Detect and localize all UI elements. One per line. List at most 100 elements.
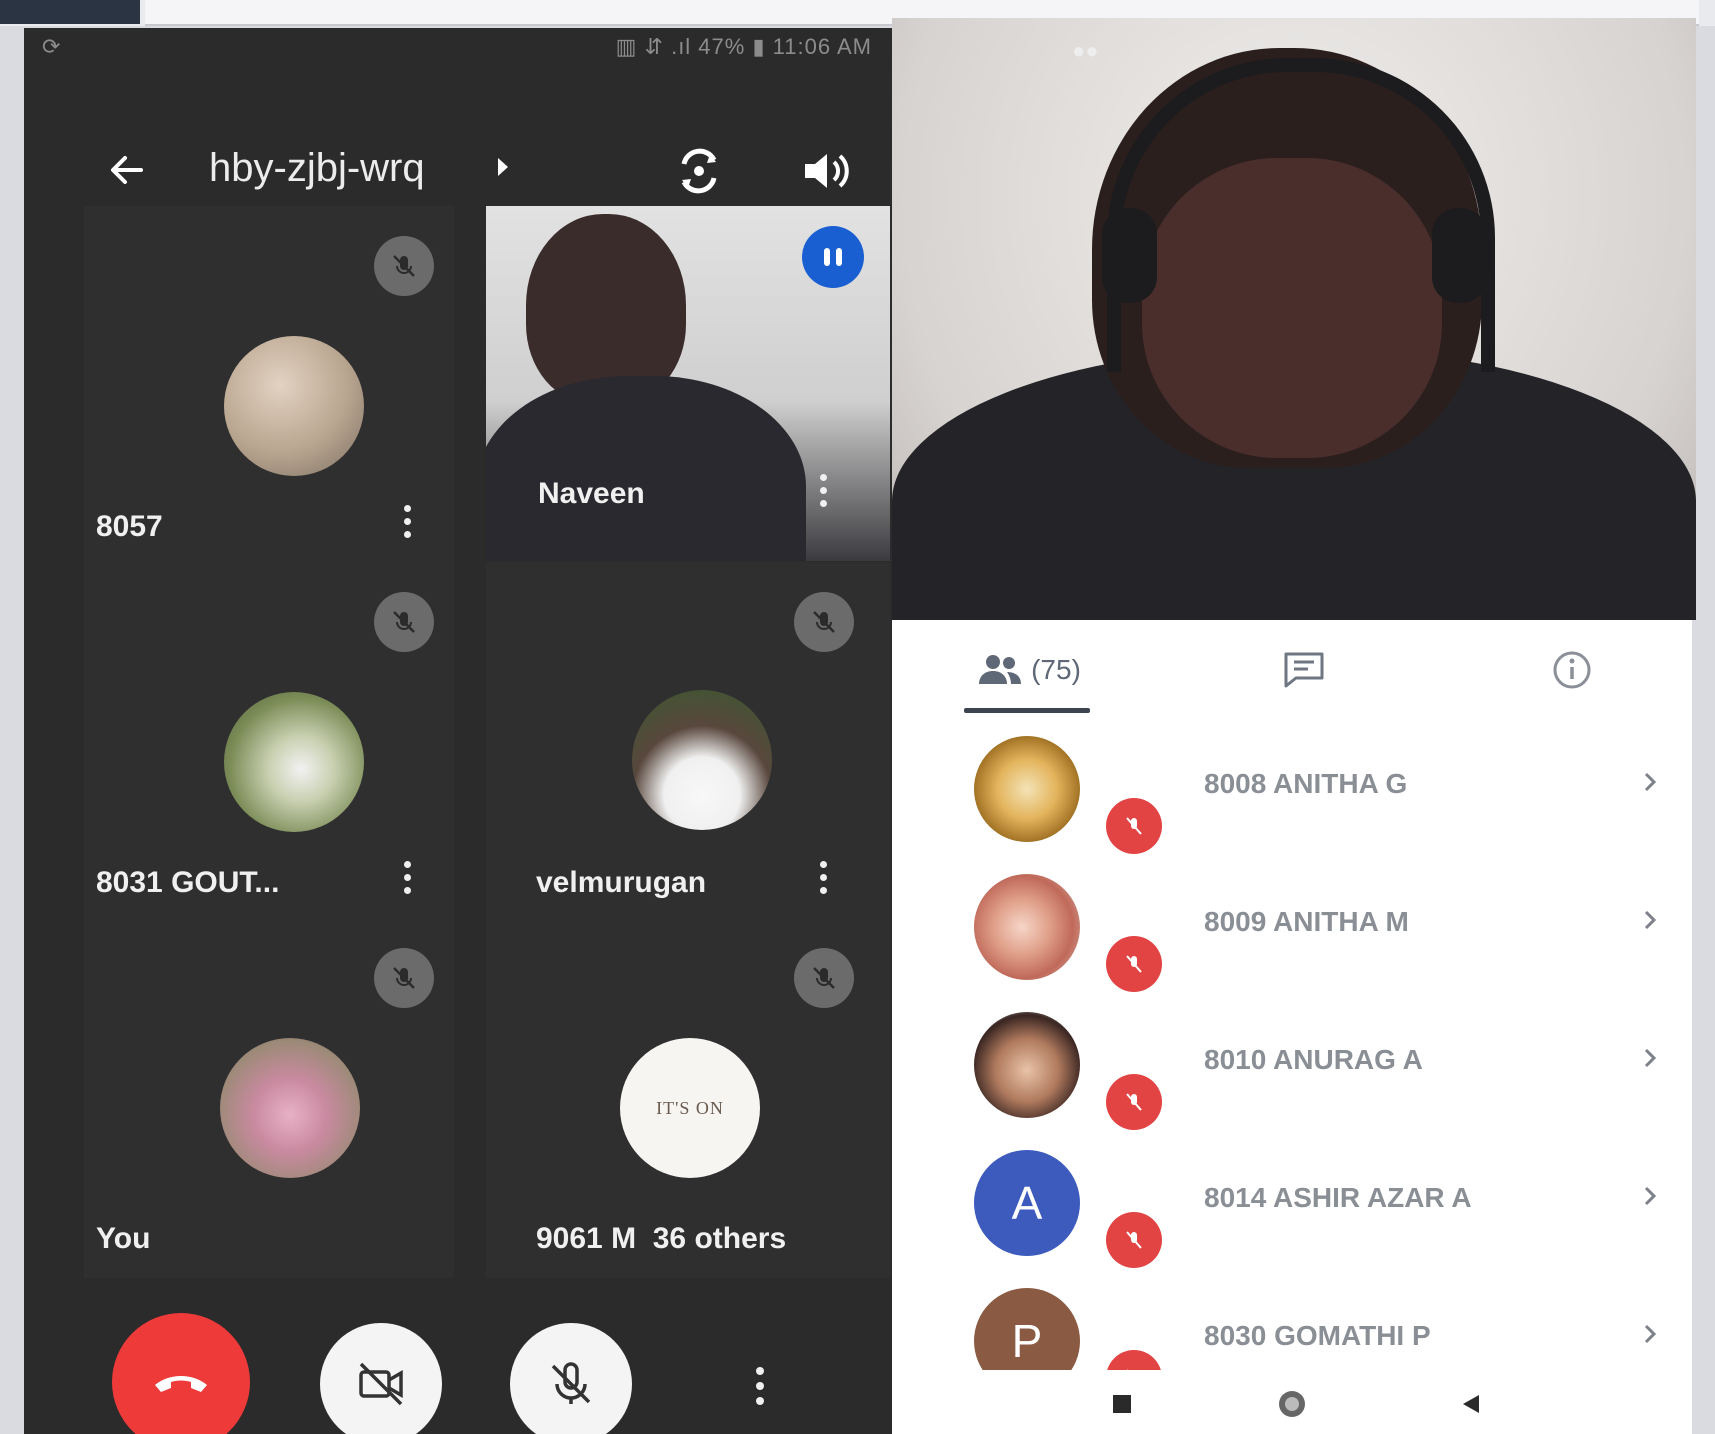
- participant-name: velmurugan: [536, 866, 707, 899]
- muted-indicator: [374, 592, 434, 652]
- tab-info[interactable]: [1532, 640, 1612, 700]
- microphone-toggle-button[interactable]: [510, 1323, 632, 1434]
- more-options-button[interactable]: [808, 852, 838, 902]
- avatar: [224, 336, 364, 476]
- mic-off-icon: [813, 611, 835, 633]
- chevron-right-icon[interactable]: [1630, 1176, 1670, 1216]
- avatar: IT'S ON: [620, 1038, 760, 1178]
- status-bar: ⟳ ▥ ⇵ .ıl 47% ▮ 11:06 AM: [24, 28, 892, 64]
- home-button[interactable]: [1272, 1384, 1312, 1424]
- participant-name: You: [96, 1222, 151, 1255]
- camera-toggle-button[interactable]: [320, 1323, 442, 1434]
- caret-right-icon[interactable]: [494, 152, 512, 187]
- more-options-button[interactable]: [808, 465, 838, 515]
- speaking-indicator: [802, 226, 864, 288]
- chevron-right-icon[interactable]: [1630, 1314, 1670, 1354]
- participant-name: 8010 ANURAG A: [1204, 1044, 1423, 1075]
- tab-people[interactable]: (75): [964, 640, 1094, 700]
- avatar: [632, 690, 772, 830]
- camera-indicator-icon: ●●: [1072, 38, 1099, 63]
- call-controls: [24, 1283, 892, 1434]
- more-options-button[interactable]: [740, 1351, 780, 1421]
- switch-camera-button[interactable]: [664, 136, 734, 206]
- more-options-button[interactable]: [392, 496, 422, 546]
- participant-avatar: A: [974, 1150, 1080, 1256]
- headphone-cup-left: [1102, 208, 1157, 303]
- main-speaker-video: ●●: [892, 18, 1696, 620]
- avatar-initial: A: [1011, 1177, 1043, 1229]
- taskbar-tab[interactable]: [0, 0, 140, 24]
- info-icon: [1553, 651, 1591, 689]
- circle-icon: [1279, 1391, 1305, 1417]
- avatar: [220, 1038, 360, 1178]
- muted-indicator: [374, 948, 434, 1008]
- meeting-code[interactable]: hby-zjbj-wrq: [209, 146, 425, 191]
- participant-avatar: [974, 1012, 1080, 1118]
- mic-off-icon: [393, 255, 415, 277]
- participant-name: 8030 GOMATHI P: [1204, 1320, 1431, 1351]
- participant-name: 8009 ANITHA M: [1204, 906, 1409, 937]
- participant-row[interactable]: P 8030 GOMATHI P: [892, 1270, 1692, 1370]
- tab-chat[interactable]: [1264, 640, 1344, 700]
- participant-video-tile[interactable]: Naveen: [486, 206, 890, 561]
- chevron-right-icon[interactable]: [1630, 900, 1670, 940]
- muted-indicator: [374, 236, 434, 296]
- participant-tile[interactable]: 8057: [84, 206, 454, 566]
- participant-tile[interactable]: You: [84, 918, 454, 1278]
- participant-row[interactable]: 8009 ANITHA M: [892, 856, 1692, 994]
- active-tab-indicator: [964, 708, 1090, 713]
- mic-off-icon: [1106, 798, 1162, 854]
- triangle-back-icon: [1463, 1395, 1479, 1413]
- participant-row[interactable]: 8008 ANITHA G: [892, 718, 1692, 856]
- participant-tile[interactable]: 8031 GOUT...: [84, 562, 454, 922]
- chevron-right-icon[interactable]: [1630, 1038, 1670, 1078]
- status-left: ⟳: [42, 34, 61, 59]
- participant-avatar: P: [974, 1288, 1080, 1370]
- audio-output-button[interactable]: [790, 136, 860, 206]
- mic-off-icon: [1106, 1350, 1162, 1370]
- participant-name: 8008 ANITHA G: [1204, 768, 1408, 799]
- participant-avatar: [974, 736, 1080, 842]
- avatar: [224, 692, 364, 832]
- camera-switch-icon: [681, 148, 717, 194]
- participant-name: Naveen: [538, 477, 645, 510]
- mic-off-icon: [393, 967, 415, 989]
- mic-off-icon: [1106, 1212, 1162, 1268]
- recents-button[interactable]: [1102, 1384, 1142, 1424]
- square-icon: [1113, 1395, 1131, 1413]
- chevron-right-icon[interactable]: [1630, 762, 1670, 802]
- mic-off-icon: [1106, 1074, 1162, 1130]
- participant-name: 8031 GOUT...: [96, 866, 280, 899]
- status-right: ▥ ⇵ .ıl 47% ▮ 11:06 AM: [615, 34, 872, 59]
- meeting-top-bar: hby-zjbj-wrq: [24, 118, 892, 218]
- avatar-initial: P: [1011, 1315, 1043, 1367]
- participants-panel: (75) 8008 ANITHA G 8009 ANITHA M 8010 AN…: [892, 620, 1692, 1434]
- mic-off-icon: [1106, 936, 1162, 992]
- headphones-icon: [1107, 58, 1495, 372]
- participant-name: 9061 M 36 others: [536, 1222, 787, 1255]
- hang-up-button[interactable]: [112, 1313, 250, 1434]
- arrow-left-icon: [111, 156, 143, 184]
- mic-off-icon: [393, 611, 415, 633]
- back-button[interactable]: [92, 140, 162, 200]
- headphone-cup-right: [1432, 208, 1487, 303]
- participant-avatar: [974, 874, 1080, 980]
- more-options-button[interactable]: [392, 852, 422, 902]
- participant-name: 8014 ASHIR AZAR A: [1204, 1182, 1472, 1213]
- people-count: (75): [1031, 654, 1081, 685]
- meet-phone-screen: ⟳ ▥ ⇵ .ıl 47% ▮ 11:06 AM hby-zjbj-wrq 80…: [24, 28, 892, 1434]
- video-off-icon: [359, 1362, 403, 1406]
- muted-indicator: [794, 592, 854, 652]
- mic-off-icon: [813, 967, 835, 989]
- participant-tile[interactable]: IT'S ON 9061 M 36 others: [486, 918, 890, 1278]
- mic-off-icon: [551, 1362, 591, 1404]
- avatar-text: IT'S ON: [656, 1097, 724, 1118]
- participant-tile[interactable]: velmurugan: [486, 562, 890, 922]
- participant-name: 8057: [96, 510, 163, 543]
- android-nav-bar: [892, 1372, 1692, 1434]
- back-nav-button[interactable]: [1452, 1384, 1492, 1424]
- participant-row[interactable]: A 8014 ASHIR AZAR A: [892, 1132, 1692, 1270]
- chat-icon: [1284, 652, 1324, 688]
- participant-row[interactable]: 8010 ANURAG A: [892, 994, 1692, 1132]
- phone-hangup-icon: [155, 1376, 207, 1392]
